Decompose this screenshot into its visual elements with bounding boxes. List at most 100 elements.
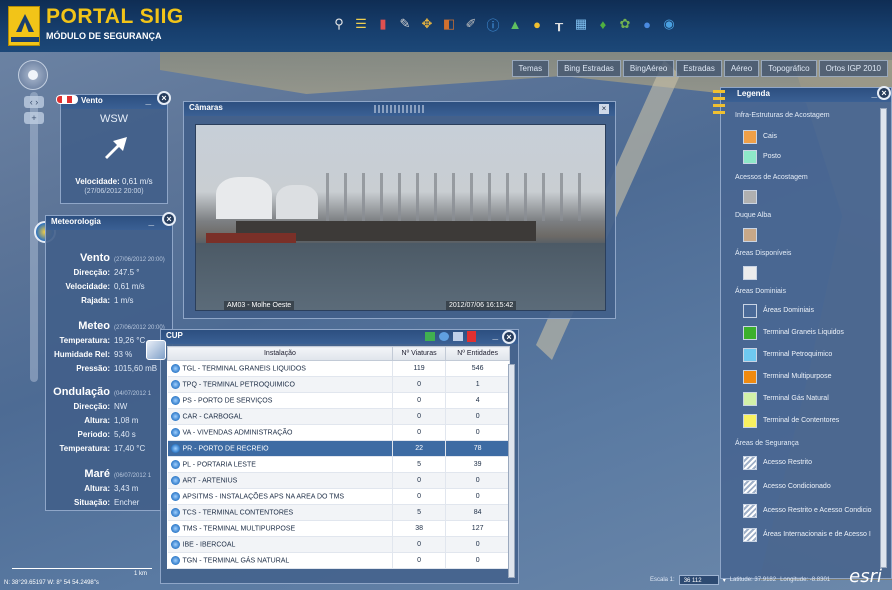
legend-section-seguranca: Áreas de Segurança [735, 440, 799, 447]
escala-dropdown-icon[interactable]: ▾ [723, 577, 726, 584]
app-logo [8, 6, 40, 46]
measure-icon[interactable]: ✎ [396, 12, 414, 36]
legend-swatch-dominial [743, 370, 757, 384]
wind-minimize-button[interactable]: _ [145, 95, 151, 106]
layers-icon[interactable]: ◧ [440, 12, 458, 36]
camera-ship-red [206, 233, 296, 243]
table-row[interactable]: TPQ - TERMINAL PETROQUIMICO 0 1 [167, 376, 510, 393]
meteo-row: Rajada: 1 m/s [81, 296, 134, 305]
legend-swatch-dominial [743, 392, 757, 406]
globe-icon[interactable]: ● [528, 12, 546, 36]
cup-pdf-icon[interactable] [467, 331, 476, 342]
table-row[interactable]: TMS - TERMINAL MULTIPURPOSE 38 127 [167, 520, 510, 537]
wind-close-button[interactable]: × [157, 91, 171, 105]
cup-refresh-icon[interactable] [439, 332, 449, 341]
table-row[interactable]: PS - PORTO DE SERVIÇOS 0 4 [167, 392, 510, 409]
info-icon[interactable]: ⓘ [484, 12, 502, 36]
cell-instalacao: IBE - IBERCOAL [167, 536, 393, 553]
table-row[interactable]: APSITMS - INSTALAÇÕES APS NA AREA DO TMS… [167, 488, 510, 505]
cup-minimize-button[interactable]: _ [492, 330, 498, 341]
basemap-aereo[interactable]: Aéreo [723, 60, 760, 77]
scale-bar [12, 568, 152, 569]
table-row[interactable]: VA - VIVENDAS ADMINISTRAÇÃO 0 0 [167, 424, 510, 441]
meteo-row: Direcção: NW [73, 402, 128, 411]
meteo-close-button[interactable]: × [162, 212, 176, 226]
cell-instalacao: TCS - TERMINAL CONTENTORES [167, 504, 393, 521]
escala-select[interactable]: 36 112 [678, 575, 719, 585]
table-row[interactable]: TGN - TERMINAL GÁS NATURAL 0 0 [167, 552, 510, 569]
legend-swatch-seguranca [743, 504, 757, 518]
legend-swatch-posto [743, 150, 757, 164]
meteo-vento-heading: Vento (27/06/2012 20:00) [80, 252, 165, 264]
legend-section-dominiais: Áreas Dominiais [735, 288, 786, 295]
pan-control[interactable] [18, 60, 48, 90]
table-icon[interactable]: ▦ [572, 12, 590, 36]
legend-close-button[interactable]: × [877, 86, 891, 100]
cell-entidades: 0 [445, 488, 510, 505]
table-row[interactable]: CAR - CARBOGAL 0 0 [167, 408, 510, 425]
cell-viaturas: 0 [392, 408, 447, 425]
weather-icon[interactable]: ◉ [660, 12, 678, 36]
table-row[interactable]: PR - PORTO DE RECREIO 22 78 [167, 440, 510, 457]
cell-entidades: 78 [445, 440, 510, 457]
zoom-in-icon[interactable]: + [24, 112, 44, 124]
basemap-bing-estradas[interactable]: Bing Estradas [557, 60, 621, 77]
cup-table-icon[interactable] [425, 332, 435, 341]
cup-scrollbar[interactable] [508, 364, 515, 578]
cell-entidades: 127 [445, 520, 510, 537]
esri-logo: esri [849, 566, 882, 587]
basemap-estradas[interactable]: Estradas [676, 60, 722, 77]
installation-icon [170, 492, 180, 501]
cell-instalacao: VA - VIVENDAS ADMINISTRAÇÃO [167, 424, 393, 441]
col-header-instalacao[interactable]: Instalação [167, 346, 393, 361]
legend-label-dominial: Terminal Petroquimico [763, 351, 833, 358]
legend-label-dominial: Terminal Gás Natural [763, 395, 829, 402]
basemap-ortos[interactable]: Ortos IGP 2010 [818, 60, 888, 77]
table-row[interactable]: TGL - TERMINAL GRANEIS LIQUIDOS 119 546 [167, 360, 510, 377]
pin-icon[interactable]: ⚲ [330, 12, 348, 36]
app-subtitle: MÓDULO DE SEGURANÇA [46, 31, 162, 41]
installation-icon [170, 460, 180, 469]
photo-icon[interactable]: ▲ [506, 12, 524, 36]
table-row[interactable]: IBE - IBERCOAL 0 0 [167, 536, 510, 553]
list-icon[interactable]: ☰ [352, 12, 370, 36]
basemap-bing-aereo[interactable]: BingAéreo [622, 60, 675, 77]
scale-label: 1 km [134, 571, 148, 577]
legend-swatch-dominial [743, 304, 757, 318]
meteo-minimize-button[interactable]: _ [148, 216, 154, 227]
cell-viaturas: 119 [392, 360, 447, 377]
camera-drag-handle[interactable] [374, 105, 424, 113]
meteo-row: Altura: 3,43 m [84, 484, 139, 493]
meteo-row: Pressão: 1015,60 mB [76, 364, 158, 373]
cell-viaturas: 38 [392, 520, 447, 537]
book-icon[interactable]: ▮ [374, 12, 392, 36]
help-icon[interactable]: ● [638, 12, 656, 36]
cup-export-icon[interactable] [453, 332, 463, 341]
col-header-entidades[interactable]: Nº Entidades [445, 346, 510, 361]
meteo-meteo-heading: Meteo (27/06/2012 20:00) [78, 320, 165, 332]
basemap-topografico[interactable]: Topográfico [761, 60, 817, 77]
windsock-icon [56, 95, 78, 104]
pin-green-icon[interactable]: ♦ [594, 12, 612, 36]
cell-entidades: 0 [445, 536, 510, 553]
table-row[interactable]: PL - PORTARIA LESTE 5 39 [167, 456, 510, 473]
cup-close-button[interactable]: × [502, 330, 516, 344]
basemap-temas[interactable]: Temas [511, 60, 550, 77]
legend-label-dominial: Terminal de Contentores [763, 417, 840, 424]
legend-swatch-duque [743, 228, 757, 242]
zoom-in-button[interactable]: ‹ › [24, 96, 44, 108]
col-header-viaturas[interactable]: Nº Viaturas [391, 346, 447, 361]
cell-viaturas: 0 [392, 392, 447, 409]
camera-close-button[interactable]: × [599, 104, 609, 114]
table-row[interactable]: TCS - TERMINAL CONTENTORES 5 84 [167, 504, 510, 521]
draw-icon[interactable]: ✐ [462, 12, 480, 36]
camera-tank [276, 185, 318, 219]
legend-scrollbar[interactable] [880, 108, 887, 568]
camera-icon[interactable]: ✿ [616, 12, 634, 36]
locate-icon[interactable]: ✥ [418, 12, 436, 36]
installation-icon [170, 476, 180, 485]
ruler-icon[interactable]: ┰ [550, 12, 568, 36]
installation-icon [170, 396, 180, 405]
escala-label: Escala 1: [650, 577, 675, 583]
table-row[interactable]: ART - ARTENIUS 0 0 [167, 472, 510, 489]
